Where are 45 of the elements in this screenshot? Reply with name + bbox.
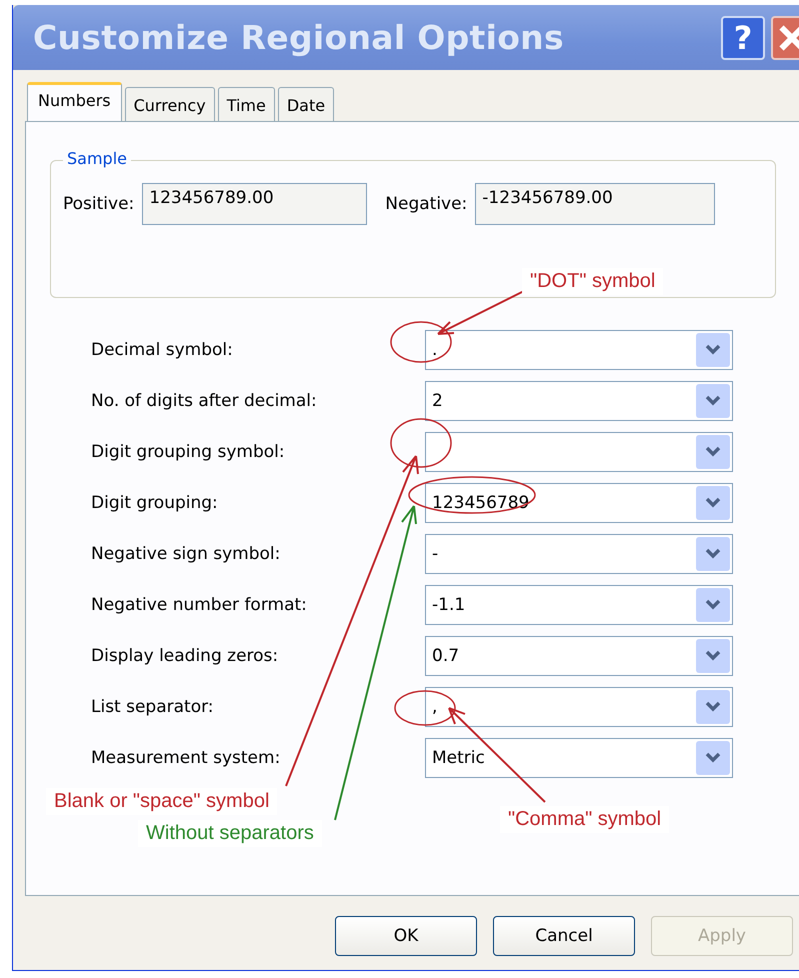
chevron-down-icon (696, 486, 730, 520)
close-icon (777, 22, 799, 52)
chevron-down-icon (696, 741, 730, 775)
setting-label: Measurement system: (91, 748, 282, 768)
chevron-down-icon (696, 639, 730, 673)
dropdown-field[interactable]: 2 (425, 381, 733, 421)
close-button[interactable] (771, 16, 799, 60)
setting-label: Digit grouping symbol: (91, 442, 286, 462)
dialog-button[interactable]: Cancel (493, 916, 635, 956)
chevron-down-icon (696, 333, 730, 367)
highlight-circle (390, 321, 452, 363)
dropdown-field[interactable]: , (425, 687, 733, 727)
sample-field: 123456789.00 (142, 183, 368, 225)
setting-label: Display leading zeros: (91, 646, 280, 666)
tab[interactable]: Numbers (27, 82, 122, 122)
setting-label: No. of digits after decimal: (91, 391, 318, 411)
chevron-down-icon (696, 537, 730, 571)
dropdown-field[interactable]: . (425, 330, 733, 370)
dropdown-field[interactable]: -1.1 (425, 585, 733, 625)
help-button[interactable]: ? (721, 16, 765, 60)
setting-label: List separator: (91, 697, 215, 717)
tab[interactable]: Date (278, 87, 334, 121)
group-title: Sample (63, 149, 131, 168)
dialog-button[interactable]: OK (335, 916, 477, 956)
chevron-down-icon (696, 690, 730, 724)
tab[interactable]: Time (218, 87, 275, 121)
chevron-down-icon (696, 435, 730, 469)
highlight-circle (390, 418, 452, 468)
chevron-down-icon (696, 384, 730, 418)
dropdown-field[interactable]: 0.7 (425, 636, 733, 676)
tab[interactable]: Currency (124, 87, 215, 121)
dropdown-field[interactable]: - (425, 534, 733, 574)
window-title: Customize Regional Options (33, 18, 565, 57)
field-label: Positive: (63, 194, 134, 214)
dropdown-field[interactable]: Metric (425, 738, 733, 778)
sample-field: -123456789.00 (475, 183, 716, 225)
chevron-down-icon (696, 588, 730, 622)
dropdown-field[interactable]: 123456789 (425, 483, 733, 523)
highlight-circle (394, 690, 456, 726)
dropdown-field[interactable] (425, 432, 733, 472)
setting-label: Decimal symbol: (91, 340, 234, 360)
setting-label: Negative sign symbol: (91, 544, 282, 564)
setting-label: Digit grouping: (91, 493, 219, 513)
field-label: Negative: (385, 194, 468, 214)
setting-label: Negative number format: (91, 595, 308, 615)
